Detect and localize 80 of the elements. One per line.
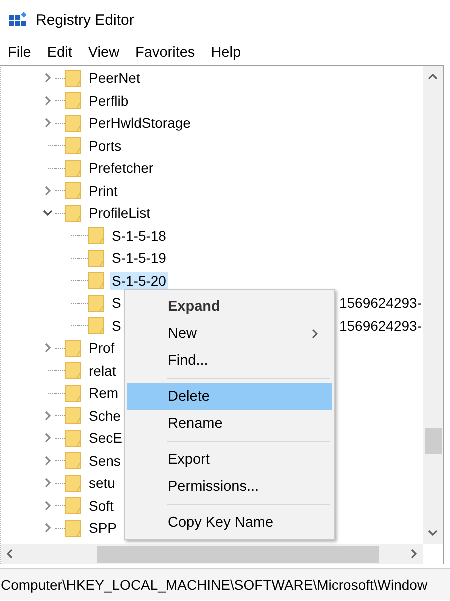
expand-chevron-icon[interactable] bbox=[44, 72, 52, 84]
status-path: Computer\HKEY_LOCAL_MACHINE\SOFTWARE\Microsoft\Window bbox=[0, 576, 428, 592]
menu-item[interactable]: Permissions... bbox=[127, 473, 332, 500]
folder-icon bbox=[65, 204, 81, 222]
tree-item[interactable]: Soft bbox=[87, 496, 116, 515]
menu-item[interactable]: New bbox=[127, 320, 332, 347]
menu-item[interactable]: Help bbox=[210, 44, 242, 60]
menu-item[interactable]: Export bbox=[127, 446, 332, 473]
tree-item-text: 1569624293- bbox=[339, 318, 423, 334]
folder-icon bbox=[88, 272, 104, 290]
expand-chevron-icon[interactable] bbox=[44, 522, 52, 534]
tree-item-text: 1569624293- bbox=[339, 295, 423, 312]
tree-item[interactable]: Print bbox=[87, 182, 120, 200]
tree-item[interactable]: Rem bbox=[87, 384, 121, 402]
expand-chevron-icon[interactable] bbox=[44, 117, 52, 130]
folder-icon bbox=[65, 474, 81, 492]
folder-icon bbox=[88, 227, 104, 244]
folder-icon bbox=[65, 362, 81, 380]
tree-item[interactable]: Sche bbox=[87, 406, 123, 425]
menu-item[interactable]: Delete bbox=[127, 383, 332, 410]
expand-chevron-icon[interactable] bbox=[44, 184, 52, 197]
scroll-thumb[interactable] bbox=[97, 546, 379, 562]
expand-chevron-icon[interactable] bbox=[44, 342, 52, 354]
tree-item[interactable]: S-1-5-19 bbox=[110, 249, 168, 268]
tree-item[interactable]: S bbox=[110, 294, 124, 312]
expand-chevron-icon[interactable] bbox=[44, 432, 52, 444]
tree-item[interactable]: setu bbox=[87, 474, 118, 492]
horizontal-scrollbar[interactable] bbox=[1, 544, 423, 564]
folder-icon bbox=[65, 114, 81, 132]
tree-item[interactable]: PerHwldStorage bbox=[87, 114, 193, 132]
folder-icon bbox=[65, 384, 81, 402]
window-title: Registry Editor bbox=[36, 12, 134, 28]
scroll-up-icon[interactable] bbox=[428, 74, 438, 80]
expand-chevron-icon[interactable] bbox=[44, 477, 52, 490]
folder-icon bbox=[65, 497, 81, 514]
tree-item[interactable]: PeerNet bbox=[87, 69, 142, 88]
expand-chevron-icon[interactable] bbox=[44, 500, 52, 512]
folder-icon bbox=[65, 70, 81, 87]
collapse-chevron-icon[interactable] bbox=[42, 209, 54, 218]
tree-item[interactable]: Perflib bbox=[87, 92, 131, 110]
tree-item[interactable]: S-1-5-18 bbox=[110, 226, 168, 245]
tree-item[interactable]: SPP bbox=[87, 519, 120, 538]
menu-item[interactable]: Copy Key Name bbox=[127, 509, 332, 536]
expand-chevron-icon[interactable] bbox=[44, 94, 52, 107]
expand-chevron-icon[interactable] bbox=[44, 454, 52, 467]
tree-item[interactable]: S-1-5-20 bbox=[110, 272, 168, 290]
folder-icon bbox=[65, 92, 81, 110]
expand-chevron-icon[interactable] bbox=[44, 410, 52, 422]
menu-item[interactable]: Find... bbox=[127, 347, 332, 374]
scroll-right-icon[interactable] bbox=[411, 549, 417, 559]
folder-icon bbox=[65, 137, 81, 154]
tree-item[interactable]: Sens bbox=[87, 452, 123, 470]
scroll-thumb[interactable] bbox=[424, 428, 442, 454]
folder-icon bbox=[65, 160, 81, 177]
folder-icon bbox=[65, 520, 81, 537]
menu-item[interactable]: Rename bbox=[127, 410, 332, 437]
tree-item[interactable]: Ports bbox=[87, 136, 124, 155]
folder-icon bbox=[65, 182, 81, 200]
scroll-left-icon[interactable] bbox=[7, 549, 13, 559]
folder-icon bbox=[88, 317, 104, 334]
menu-item[interactable]: Expand bbox=[127, 293, 332, 320]
menu-item[interactable]: Edit bbox=[46, 44, 74, 60]
tree-item[interactable]: S bbox=[110, 316, 124, 335]
tree-item[interactable]: Prof bbox=[87, 339, 117, 358]
folder-icon bbox=[88, 294, 104, 312]
menu-item[interactable]: View bbox=[87, 44, 121, 60]
tree-item[interactable]: SecE bbox=[87, 429, 124, 448]
folder-icon bbox=[65, 407, 81, 424]
scroll-down-icon[interactable] bbox=[428, 530, 438, 536]
menu-item[interactable]: Favorites bbox=[134, 44, 196, 60]
folder-icon bbox=[65, 452, 81, 470]
menu-item[interactable]: File bbox=[7, 44, 32, 60]
tree-item[interactable]: ProfileList bbox=[87, 204, 152, 222]
folder-icon bbox=[65, 340, 81, 357]
vertical-scrollbar[interactable] bbox=[423, 66, 443, 544]
folder-icon bbox=[65, 430, 81, 447]
folder-icon bbox=[88, 250, 104, 267]
tree-item[interactable]: relat bbox=[87, 362, 118, 380]
registry-icon bbox=[9, 12, 27, 28]
tree-item[interactable]: Prefetcher bbox=[87, 159, 156, 178]
